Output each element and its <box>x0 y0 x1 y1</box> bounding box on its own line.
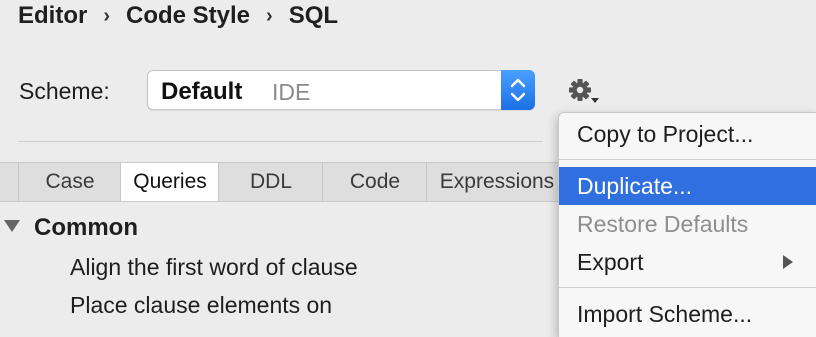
menu-item-copy-to-project[interactable]: Copy to Project... <box>559 115 816 153</box>
chevron-right-icon <box>783 255 793 269</box>
menu-item-duplicate[interactable]: Duplicate... <box>559 167 816 205</box>
tab-ddl[interactable]: DDL <box>218 163 323 201</box>
scheme-label: Scheme: <box>19 78 110 104</box>
menu-item-export[interactable]: Export <box>559 243 816 281</box>
tab-queries[interactable]: Queries <box>120 163 219 201</box>
breadcrumb-separator: › <box>266 4 273 27</box>
breadcrumb-sql: SQL <box>288 2 339 29</box>
menu-separator <box>559 159 816 160</box>
menu-item-export-label: Export <box>577 249 644 275</box>
breadcrumb-separator: › <box>103 4 110 27</box>
breadcrumb-editor[interactable]: Editor <box>18 2 87 30</box>
up-down-chevron-icon[interactable] <box>501 70 535 110</box>
breadcrumb: Editor › Code Style › SQL <box>18 2 338 30</box>
scheme-select[interactable]: Default IDE <box>147 70 535 110</box>
tab-case[interactable]: Case <box>18 163 121 201</box>
breadcrumb-code-style[interactable]: Code Style <box>126 2 250 30</box>
tree-item-place-clause-elements[interactable]: Place clause elements on <box>70 292 332 319</box>
scheme-name: Default <box>161 78 243 105</box>
divider <box>18 141 543 142</box>
tree-item-align-first-word[interactable]: Align the first word of clause <box>70 254 358 281</box>
tab-expressions[interactable]: Expressions <box>426 163 567 201</box>
scheme-kind: IDE <box>272 79 311 105</box>
menu-item-import-scheme[interactable]: Import Scheme... <box>559 295 816 333</box>
gear-icon[interactable] <box>566 76 602 108</box>
menu-separator <box>559 287 816 288</box>
scheme-actions-menu: Copy to Project... Duplicate... Restore … <box>558 112 816 337</box>
tree-group-common[interactable]: Common <box>34 214 138 242</box>
menu-item-restore-defaults: Restore Defaults <box>577 211 749 237</box>
triangle-down-icon[interactable] <box>4 220 20 232</box>
tab-code[interactable]: Code <box>322 163 427 201</box>
